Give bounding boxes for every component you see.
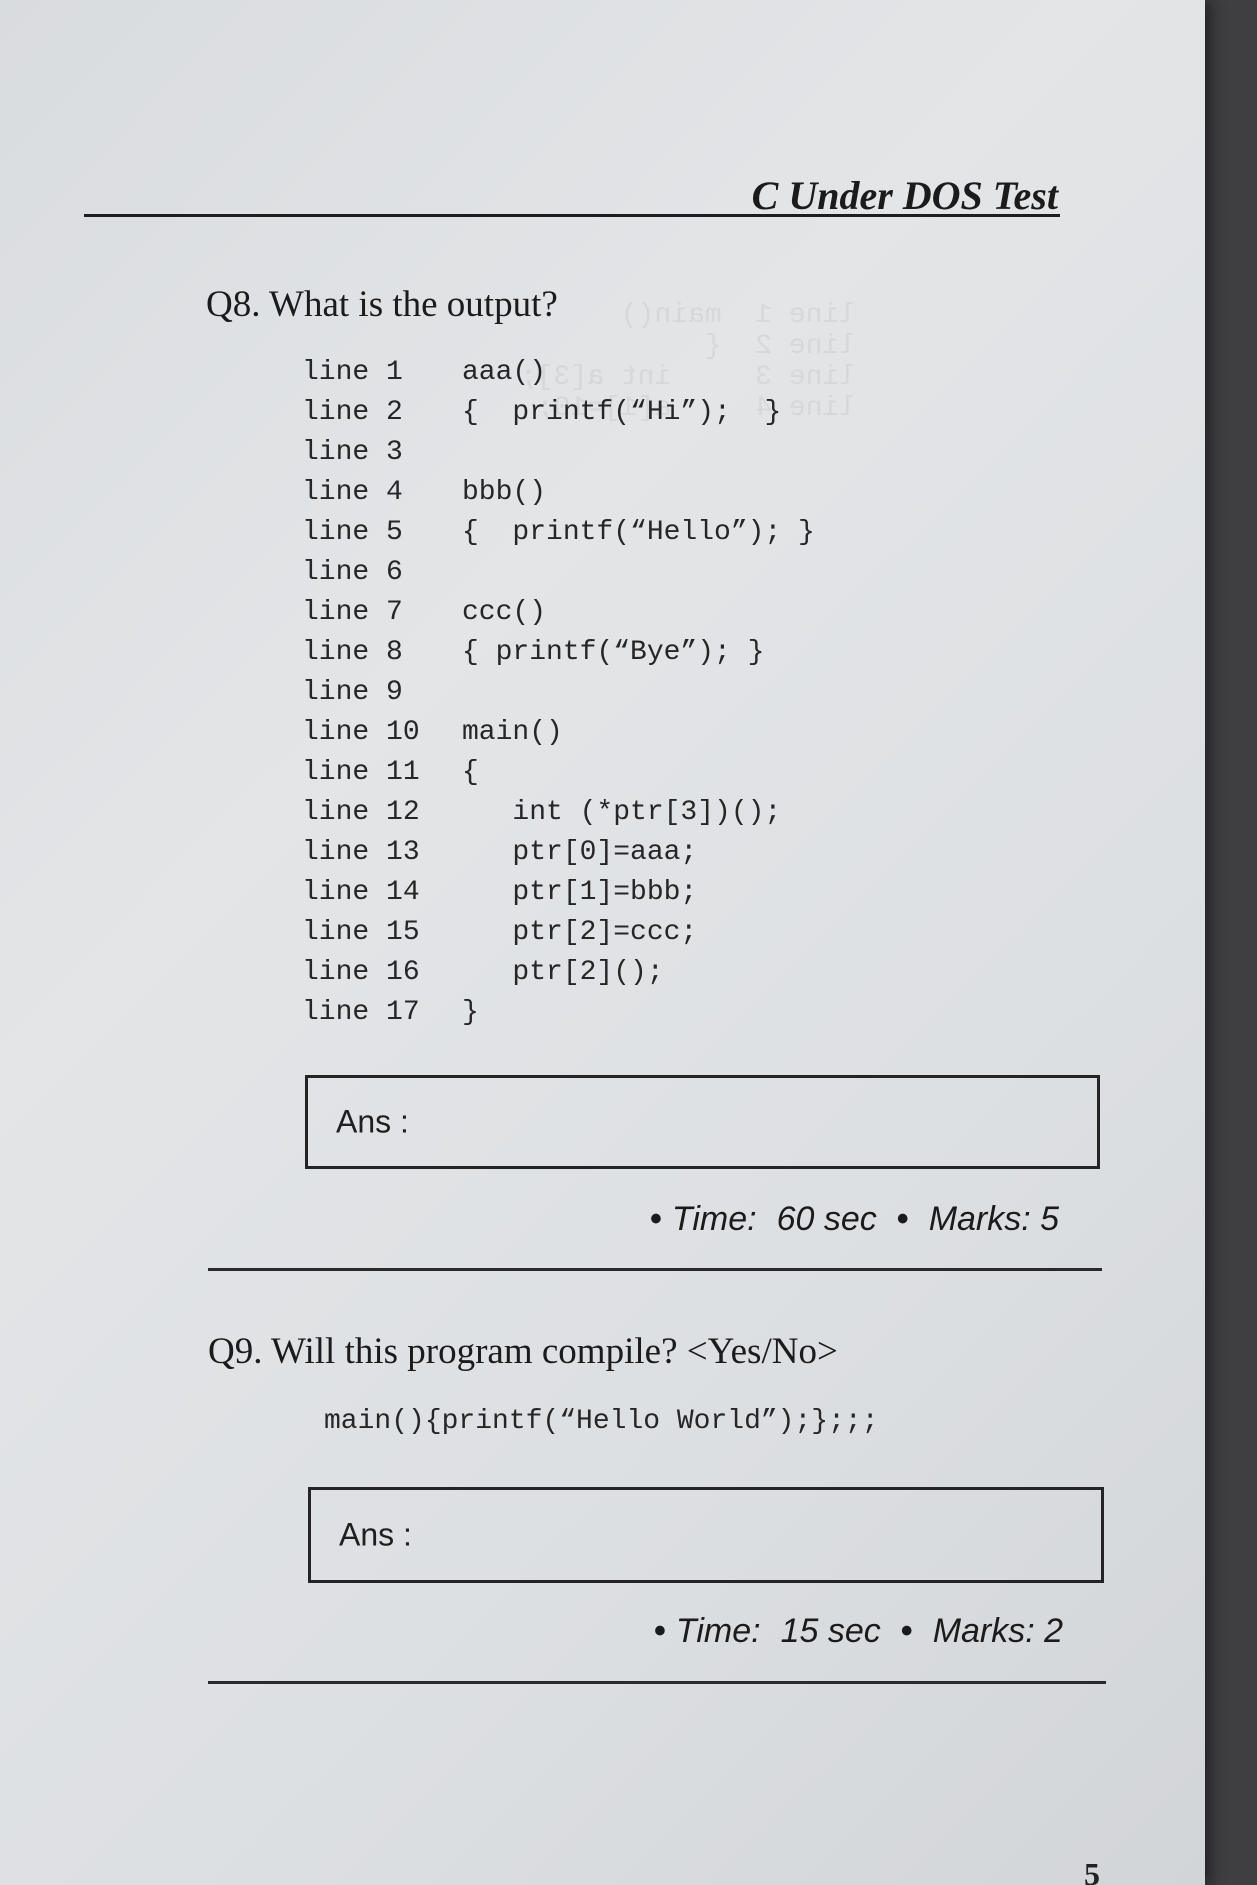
bullet-icon: •	[650, 1200, 662, 1238]
q8-code-line: line 8 { printf(“Bye”); }	[302, 633, 815, 673]
code-text: { printf(“Hello”); }	[462, 517, 815, 548]
book-page: line 1 main() line 2 { line 3 int a[3]; …	[0, 0, 1205, 1885]
q9-marks-value: 2	[1044, 1612, 1064, 1650]
q8-marks-label: Marks:	[928, 1200, 1031, 1238]
q8-code-line: line 1 aaa()	[302, 353, 815, 393]
q9-marks-label: Marks:	[932, 1612, 1035, 1650]
q8-code-line: line 3	[302, 433, 815, 473]
q8-code-line: line 14 ptr[1]=bbb;	[302, 873, 815, 913]
code-text: { printf(“Hi”); }	[462, 397, 782, 428]
code-text: {	[462, 757, 479, 788]
line-number: line 5	[302, 517, 403, 548]
q8-code-line: line 16 ptr[2]();	[302, 953, 815, 993]
q8-code-line: line 12 int (*ptr[3])();	[302, 793, 815, 833]
line-number: line 1	[302, 357, 403, 388]
q8-time-marks: • Time: 60 sec • Marks: 5	[650, 1202, 1059, 1236]
code-text: { printf(“Bye”); }	[462, 637, 765, 668]
q9-time-marks: • Time: 15 sec • Marks: 2	[654, 1614, 1063, 1648]
code-text: ptr[0]=aaa;	[462, 837, 698, 868]
q8-code-line: line 5 { printf(“Hello”); }	[302, 513, 815, 553]
q8-code-line: line 10 main()	[302, 713, 815, 753]
q8-answer-box[interactable]: Ans :	[305, 1075, 1100, 1169]
q8-answer-label: Ans :	[336, 1103, 409, 1140]
q8-code-line: line 9	[302, 673, 815, 713]
q8-time-label: Time:	[671, 1200, 757, 1238]
q8-code-listing: line 1 aaa() line 2 { printf(“Hi”); } line 3…	[302, 353, 815, 1033]
code-text: aaa()	[462, 357, 547, 388]
line-number: line 2	[302, 397, 403, 428]
code-text: ptr[1]=bbb;	[462, 877, 698, 908]
line-number: line 4	[302, 477, 403, 508]
bullet-icon: •	[654, 1612, 666, 1650]
q9-answer-box[interactable]: Ans :	[308, 1487, 1104, 1583]
line-number: line 17	[302, 997, 420, 1028]
q8-code-line: line 17}	[302, 993, 815, 1033]
q9-code: main(){printf(“Hello World”);};;;	[324, 1406, 879, 1437]
q8-marks-value: 5	[1040, 1200, 1060, 1238]
q8-separator-rule	[208, 1268, 1102, 1271]
code-text: ptr[2]();	[462, 957, 664, 988]
line-number: line 10	[302, 717, 420, 748]
code-text: int (*ptr[3])();	[462, 797, 782, 828]
q9-time-value: 15 sec	[780, 1612, 881, 1650]
line-number: line 8	[302, 637, 403, 668]
page-number: 5	[1084, 1856, 1100, 1885]
line-number: line 6	[302, 557, 403, 588]
q8-code-line: line 2 { printf(“Hi”); }	[302, 393, 815, 433]
code-text: ccc()	[462, 597, 547, 628]
line-number: line 3	[302, 437, 403, 468]
code-text: bbb()	[462, 477, 547, 508]
header-rule	[84, 214, 1060, 217]
q8-code-line: line 6	[302, 553, 815, 593]
q8-code-line: line 11 {	[302, 753, 815, 793]
code-text: ptr[2]=ccc;	[462, 917, 698, 948]
q8-code-line: line 4 bbb()	[302, 473, 815, 513]
q9-separator-rule	[208, 1681, 1106, 1684]
q8-code-line: line 13 ptr[0]=aaa;	[302, 833, 815, 873]
line-number: line 11	[302, 757, 420, 788]
line-number: line 7	[302, 597, 403, 628]
line-number: line 14	[302, 877, 420, 908]
code-text: }	[462, 997, 479, 1028]
line-number: line 9	[302, 677, 403, 708]
line-number: line 15	[302, 917, 420, 948]
page-header-title: C Under DOS Test	[751, 173, 1058, 218]
line-number: line 12	[302, 797, 420, 828]
bullet-icon: •	[900, 1612, 913, 1650]
line-number: line 16	[302, 957, 420, 988]
q9-time-label: Time:	[675, 1612, 761, 1650]
code-text: main()	[462, 717, 563, 748]
q8-time-value: 60 sec	[776, 1200, 877, 1238]
line-number: line 13	[302, 837, 420, 868]
q8-code-line: line 15 ptr[2]=ccc;	[302, 913, 815, 953]
q8-question: Q8. What is the output?	[206, 284, 558, 325]
q8-code-line: line 7 ccc()	[302, 593, 815, 633]
q9-answer-label: Ans :	[339, 1516, 412, 1553]
q9-question: Q9. Will this program compile? <Yes/No>	[208, 1331, 838, 1372]
bullet-icon: •	[896, 1200, 909, 1238]
